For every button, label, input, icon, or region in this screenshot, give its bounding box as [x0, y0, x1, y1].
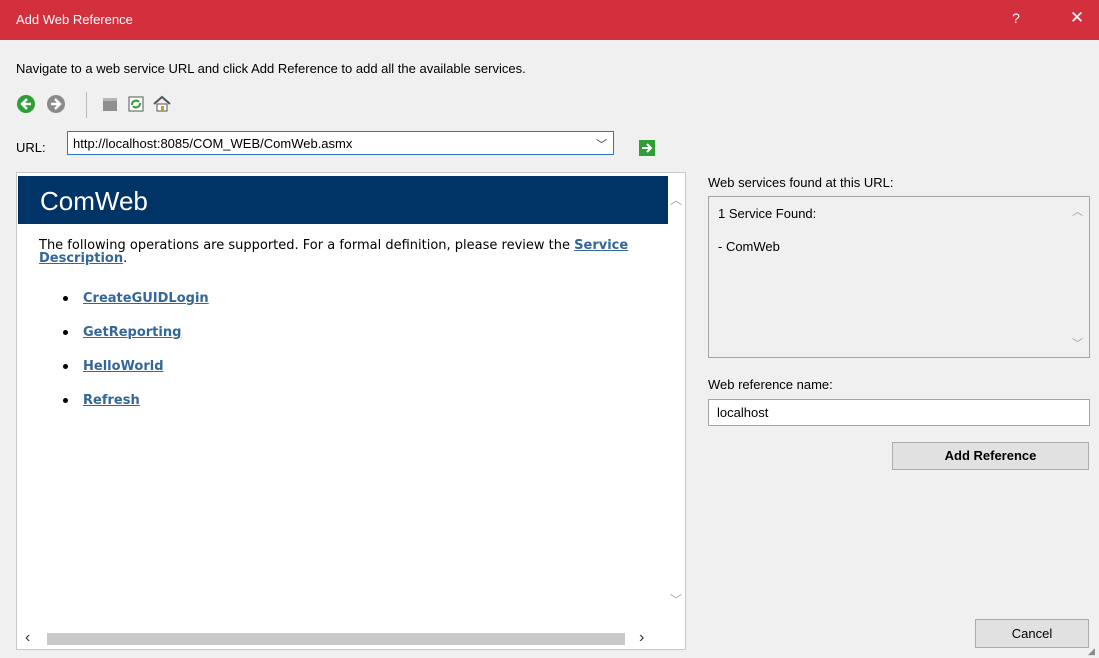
list-item: Refresh: [61, 393, 209, 427]
services-found-label: Web services found at this URL:: [708, 175, 894, 190]
description-period: .: [123, 251, 128, 266]
services-count: 1 Service Found:: [718, 206, 817, 221]
list-item: GetReporting: [61, 325, 209, 359]
close-button[interactable]: ✕: [1064, 8, 1090, 32]
operation-link-refresh[interactable]: Refresh: [83, 393, 140, 408]
help-button[interactable]: ?: [1006, 10, 1026, 30]
forward-icon[interactable]: [46, 94, 66, 114]
operation-link-getreporting[interactable]: GetReporting: [83, 325, 181, 340]
bullet-icon: [63, 398, 68, 403]
refresh-icon[interactable]: [126, 94, 146, 114]
operation-link-createguidlogin[interactable]: CreateGUIDLogin: [83, 291, 209, 306]
list-item: CreateGUIDLogin: [61, 291, 209, 325]
bullet-icon: [63, 364, 68, 369]
service-banner: ComWeb: [18, 176, 668, 224]
operations-list: CreateGUIDLogin GetReporting HelloWorld …: [61, 291, 209, 427]
go-arrow-icon[interactable]: [639, 140, 655, 156]
scroll-left-icon[interactable]: ‹: [25, 629, 30, 647]
resize-grip-icon[interactable]: ◢: [1088, 646, 1097, 656]
bullet-icon: [63, 296, 68, 301]
bullet-icon: [63, 330, 68, 335]
vertical-scrollbar[interactable]: ︿ ﹀: [668, 173, 685, 629]
add-reference-button[interactable]: Add Reference: [892, 442, 1089, 470]
reference-name-value[interactable]: localhost: [717, 405, 768, 420]
title-bar: Add Web Reference ? ✕: [0, 0, 1099, 40]
service-item: - ComWeb: [718, 239, 780, 254]
window-title: Add Web Reference: [16, 12, 133, 27]
url-value[interactable]: http://localhost:8085/COM_WEB/ComWeb.asm…: [73, 136, 352, 151]
instruction-text: Navigate to a web service URL and click …: [16, 61, 526, 76]
url-label: URL:: [16, 140, 46, 155]
list-item: HelloWorld: [61, 359, 209, 393]
scroll-right-icon[interactable]: ›: [639, 629, 644, 647]
chevron-down-icon[interactable]: ﹀: [596, 136, 607, 152]
scroll-up-icon[interactable]: ︿: [1072, 203, 1083, 219]
home-icon[interactable]: [152, 94, 172, 114]
scroll-down-icon[interactable]: ﹀: [1072, 335, 1083, 351]
scroll-up-icon[interactable]: ︿: [670, 191, 682, 208]
toolbar-separator: [86, 92, 87, 118]
operations-description: The following operations are supported. …: [39, 239, 659, 265]
reference-name-label: Web reference name:: [708, 377, 833, 392]
stop-icon[interactable]: [100, 94, 120, 114]
url-combobox[interactable]: http://localhost:8085/COM_WEB/ComWeb.asm…: [67, 131, 614, 155]
service-heading: ComWeb: [40, 186, 148, 216]
services-found-box: 1 Service Found: - ComWeb ︿ ﹀: [708, 196, 1090, 358]
back-icon[interactable]: [16, 94, 36, 114]
service-browser-pane[interactable]: ComWeb The following operations are supp…: [16, 172, 686, 650]
horizontal-scrollbar[interactable]: ‹ ›: [17, 629, 668, 649]
scrollbar-thumb[interactable]: [47, 633, 625, 645]
operation-link-helloworld[interactable]: HelloWorld: [83, 359, 164, 374]
reference-name-input[interactable]: localhost: [708, 399, 1090, 426]
cancel-button[interactable]: Cancel: [975, 619, 1089, 648]
scroll-down-icon[interactable]: ﹀: [670, 591, 682, 608]
